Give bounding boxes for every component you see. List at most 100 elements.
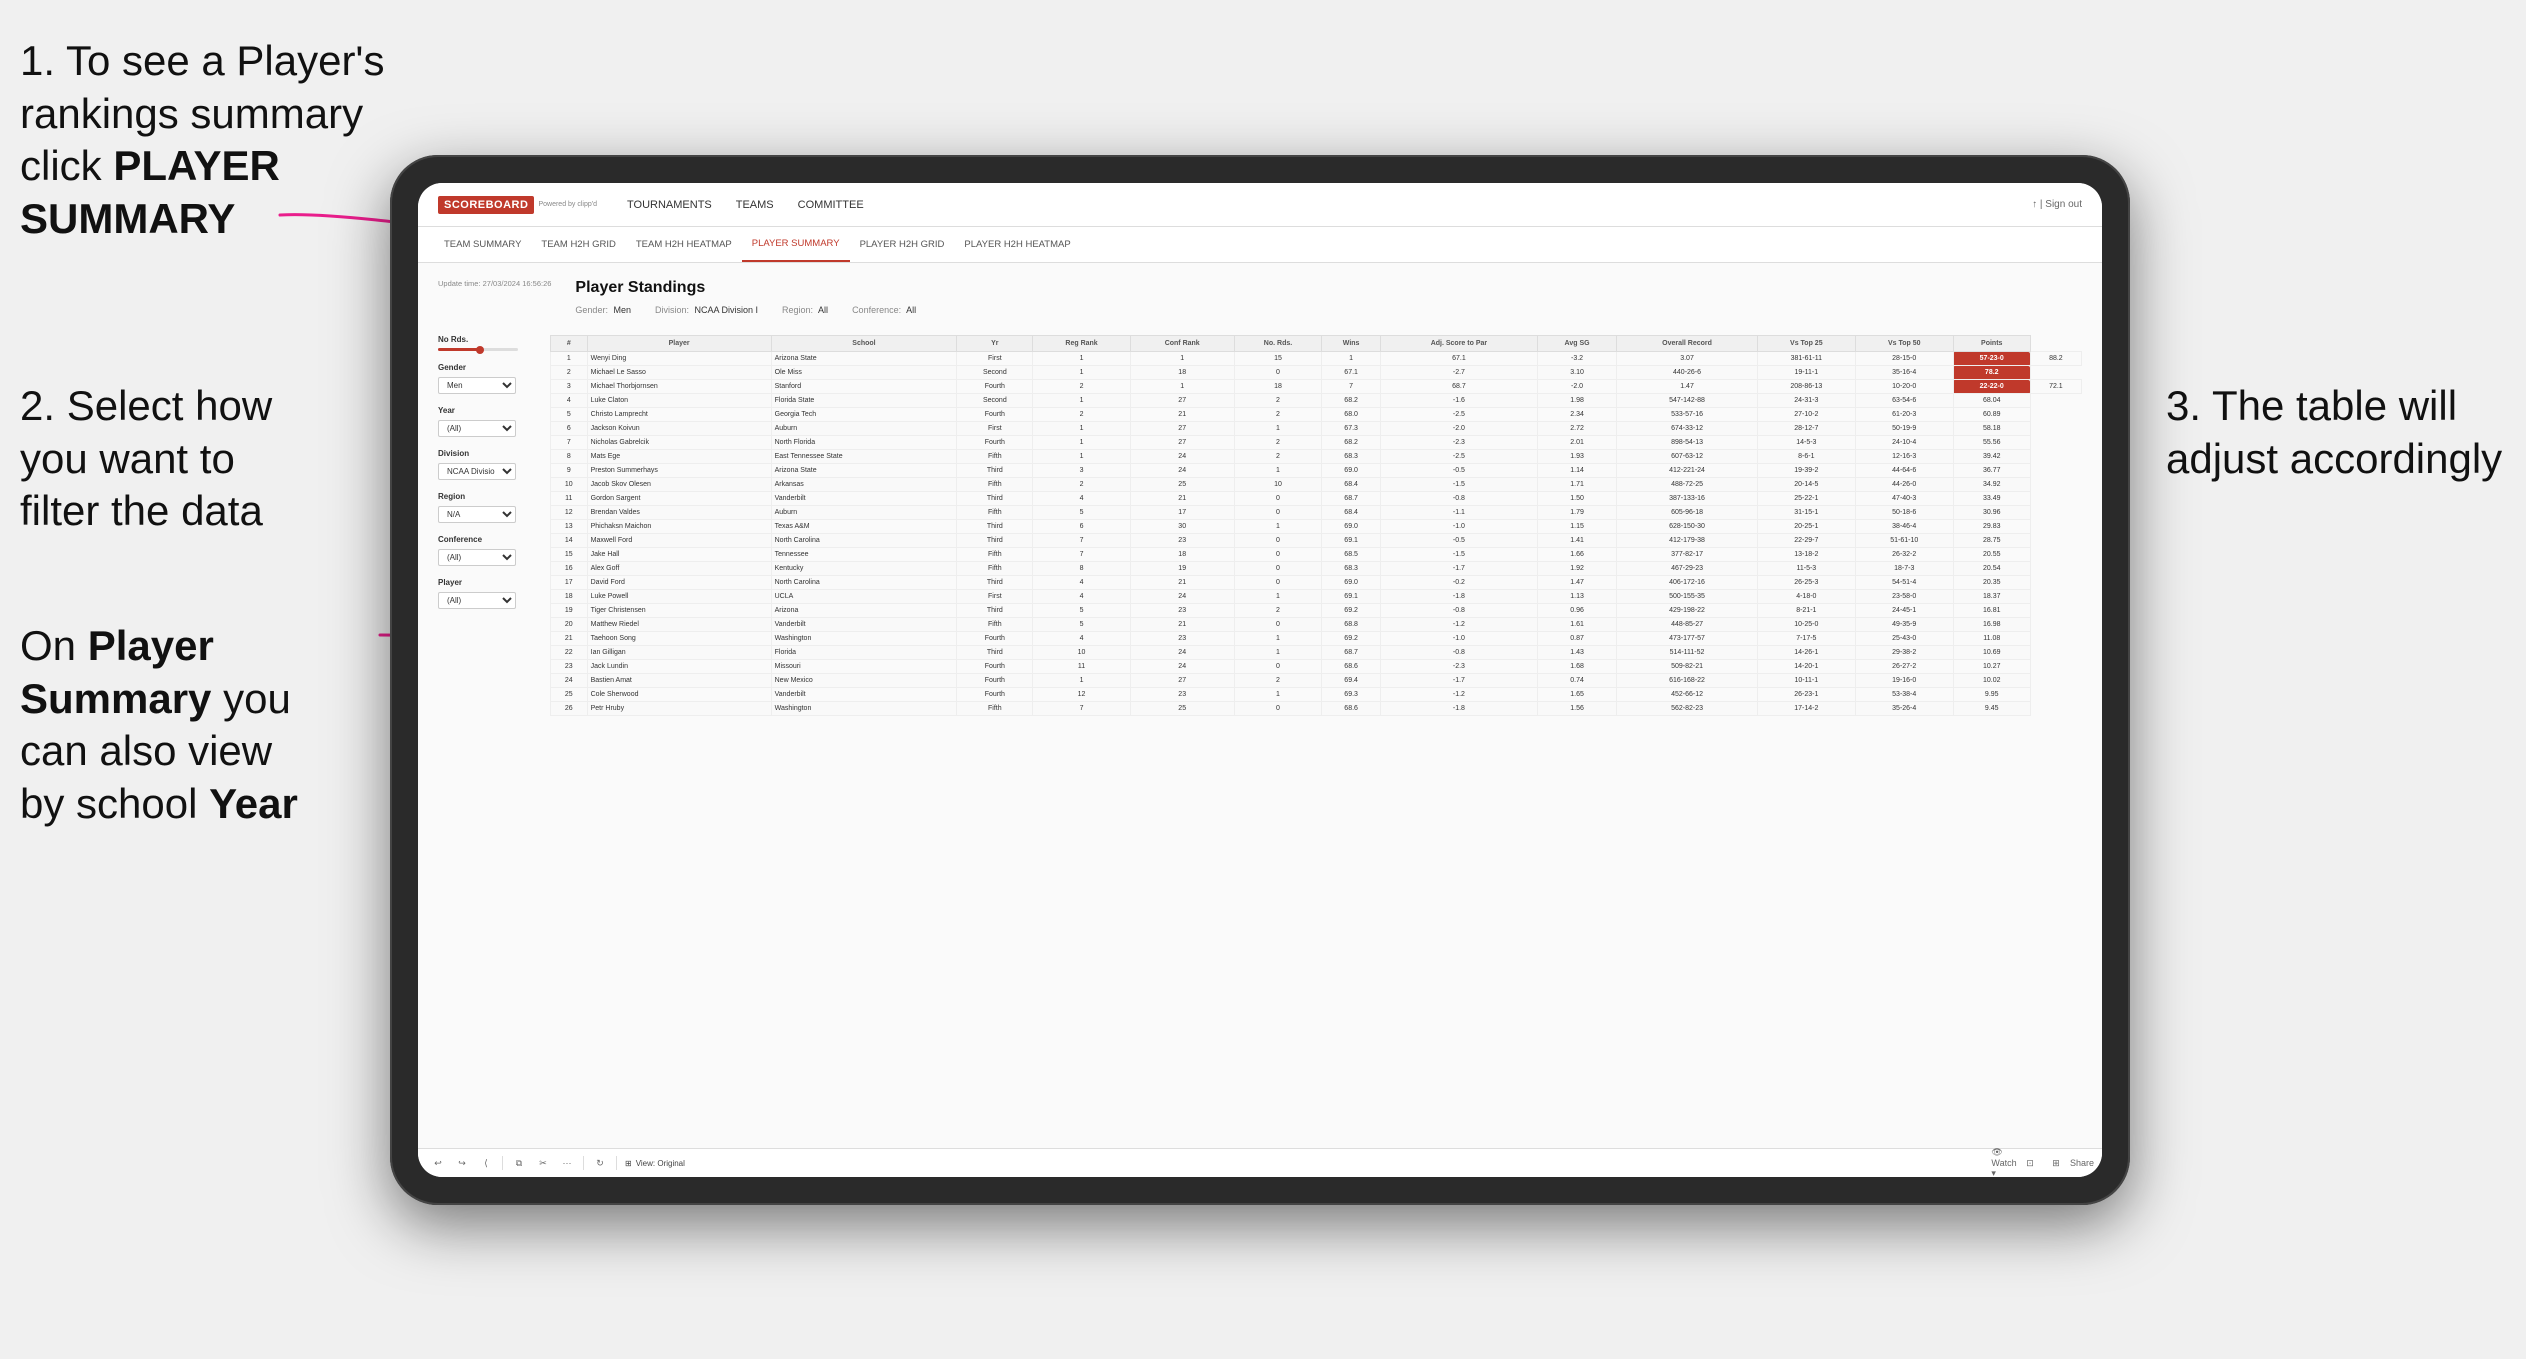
- step-back-icon[interactable]: ⟨: [478, 1155, 494, 1171]
- table-cell: 14-20-1: [1757, 660, 1855, 674]
- table-cell: 69.3: [1322, 688, 1381, 702]
- table-cell: 2: [1234, 450, 1322, 464]
- subnav-team-h2h-grid[interactable]: TEAM H2H GRID: [531, 227, 625, 262]
- table-cell: 19-16-0: [1855, 674, 1953, 688]
- more-icon[interactable]: ···: [559, 1155, 575, 1171]
- table-cell: Fourth: [957, 436, 1033, 450]
- table-cell: 23: [551, 660, 588, 674]
- table-cell: 1.79: [1537, 506, 1616, 520]
- table-cell: 72.1: [2030, 380, 2081, 394]
- filter-gender: Gender: Men: [575, 305, 631, 315]
- print-icon[interactable]: ⊡: [2022, 1155, 2038, 1171]
- table-cell: 27: [1130, 422, 1234, 436]
- table-cell: New Mexico: [771, 674, 957, 688]
- table-cell: 6: [1033, 520, 1130, 534]
- year-select[interactable]: (All) First Second Third Fourth Fifth: [438, 420, 516, 437]
- col-vs-top25: Vs Top 25: [1757, 336, 1855, 352]
- table-cell: 1: [1130, 352, 1234, 366]
- slider-track[interactable]: [438, 348, 518, 351]
- table-cell: 1.43: [1537, 646, 1616, 660]
- redo-icon[interactable]: ↪: [454, 1155, 470, 1171]
- table-cell: 25: [1130, 478, 1234, 492]
- table-cell: 20-25-1: [1757, 520, 1855, 534]
- table-cell: 21: [1130, 492, 1234, 506]
- panel-conference: Conference (All): [438, 535, 538, 566]
- table-cell: 4: [551, 394, 588, 408]
- conference-select[interactable]: (All): [438, 549, 516, 566]
- table-cell: 2: [1234, 604, 1322, 618]
- nav-items: TOURNAMENTS TEAMS COMMITTEE: [627, 195, 2032, 215]
- watch-button[interactable]: 👁 Watch ▾: [1996, 1155, 2012, 1171]
- filter-conference: Conference: All: [852, 305, 916, 315]
- table-cell: 19: [551, 604, 588, 618]
- table-cell: East Tennessee State: [771, 450, 957, 464]
- table-cell: Third: [957, 604, 1033, 618]
- instruction-3: 3. The table willadjust accordingly: [2166, 380, 2506, 485]
- brand-sub: Powered by clipp'd: [538, 201, 597, 208]
- copy-icon[interactable]: ⧉: [511, 1155, 527, 1171]
- table-cell: 0: [1234, 576, 1322, 590]
- nav-teams[interactable]: TEAMS: [736, 195, 774, 215]
- table-cell: 24: [1130, 590, 1234, 604]
- subnav-player-h2h-heatmap[interactable]: PLAYER H2H HEATMAP: [954, 227, 1080, 262]
- instruction-3-text: 3. The table willadjust accordingly: [2166, 382, 2502, 482]
- table-cell: Fourth: [957, 408, 1033, 422]
- table-cell: Ian Gilligan: [587, 646, 771, 660]
- table-cell: Christo Lamprecht: [587, 408, 771, 422]
- view-icon: ⊞: [625, 1159, 632, 1168]
- table-cell: 2: [551, 366, 588, 380]
- table-cell: 18: [1234, 380, 1322, 394]
- table-cell: 44-64-6: [1855, 464, 1953, 478]
- table-cell: 16.98: [1953, 618, 2030, 632]
- subnav-player-summary[interactable]: PLAYER SUMMARY: [742, 227, 850, 262]
- table-cell: Preston Summerhays: [587, 464, 771, 478]
- refresh-icon[interactable]: ↻: [592, 1155, 608, 1171]
- table-cell: Michael Thorbjornsen: [587, 380, 771, 394]
- table-cell: 63-54-6: [1855, 394, 1953, 408]
- col-no-rds: No. Rds.: [1234, 336, 1322, 352]
- nav-tournaments[interactable]: TOURNAMENTS: [627, 195, 712, 215]
- present-icon[interactable]: ⊞: [2048, 1155, 2064, 1171]
- table-cell: 8: [551, 450, 588, 464]
- gender-select[interactable]: Men Women: [438, 377, 516, 394]
- table-cell: 18: [1130, 366, 1234, 380]
- toolbar-separator-1: [502, 1156, 503, 1170]
- toolbar-view[interactable]: ⊞ View: Original: [625, 1159, 685, 1168]
- table-cell: 0: [1234, 492, 1322, 506]
- table-row: 17David FordNorth CarolinaThird421069.0-…: [551, 576, 2082, 590]
- table-cell: 26-23-1: [1757, 688, 1855, 702]
- table-cell: 11.08: [1953, 632, 2030, 646]
- panel-region-label: Region: [438, 492, 538, 501]
- col-vs-top50: Vs Top 50: [1855, 336, 1953, 352]
- table-cell: 10: [1033, 646, 1130, 660]
- cut-icon[interactable]: ✂: [535, 1155, 551, 1171]
- left-panel: No Rds. Gender Men Women: [438, 335, 538, 716]
- table-cell: -1.1: [1380, 506, 1537, 520]
- table-cell: 21: [551, 632, 588, 646]
- subnav-player-h2h-grid[interactable]: PLAYER H2H GRID: [850, 227, 955, 262]
- subnav-team-h2h-heatmap[interactable]: TEAM H2H HEATMAP: [626, 227, 742, 262]
- share-button[interactable]: Share: [2074, 1155, 2090, 1171]
- table-cell: 2: [1234, 436, 1322, 450]
- undo-icon[interactable]: ↩: [430, 1155, 446, 1171]
- table-row: 10Jacob Skov OlesenArkansasFifth2251068.…: [551, 478, 2082, 492]
- table-cell: 28-12-7: [1757, 422, 1855, 436]
- table-cell: 1.93: [1537, 450, 1616, 464]
- table-cell: 3.10: [1537, 366, 1616, 380]
- table-cell: 29.83: [1953, 520, 2030, 534]
- table-cell: 1.15: [1537, 520, 1616, 534]
- table-cell: 1.98: [1537, 394, 1616, 408]
- player-select[interactable]: (All): [438, 592, 516, 609]
- table-cell: 24: [1130, 646, 1234, 660]
- nav-committee[interactable]: COMMITTEE: [798, 195, 864, 215]
- col-overall: Overall Record: [1617, 336, 1758, 352]
- table-cell: -1.7: [1380, 562, 1537, 576]
- division-select[interactable]: NCAA Division I NCAA Division II NCAA Di…: [438, 463, 516, 480]
- table-cell: 36.77: [1953, 464, 2030, 478]
- table-cell: 0: [1234, 534, 1322, 548]
- subnav-team-summary[interactable]: TEAM SUMMARY: [434, 227, 531, 262]
- col-reg-rank: Reg Rank: [1033, 336, 1130, 352]
- table-cell: 448-85-27: [1617, 618, 1758, 632]
- table-cell: 509-82-21: [1617, 660, 1758, 674]
- region-select[interactable]: N/A All: [438, 506, 516, 523]
